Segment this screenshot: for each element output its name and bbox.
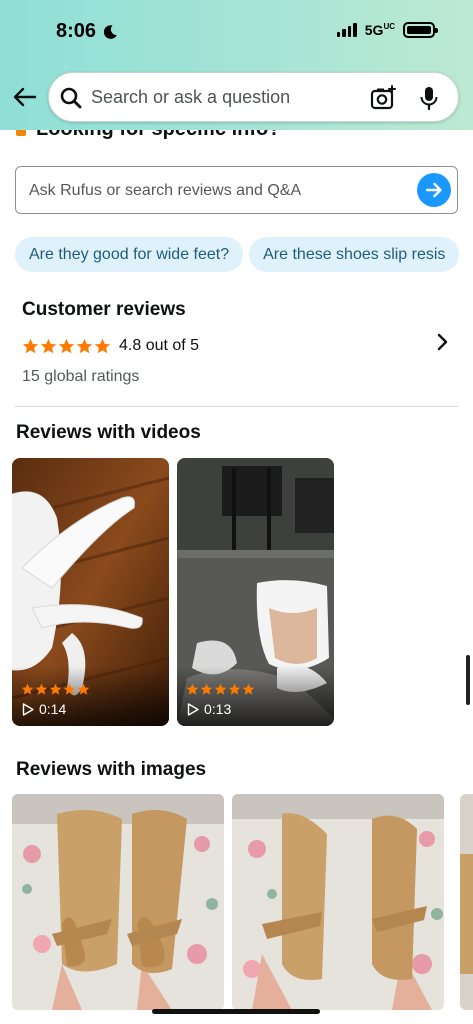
status-bar: 8:06 5GUC xyxy=(0,0,473,64)
clipped-heading-text: Looking for specific info? xyxy=(36,130,280,140)
clipped-heading: Looking for specific info? xyxy=(0,130,473,140)
star-icon xyxy=(186,683,199,695)
rating-text: 4.8 out of 5 xyxy=(119,337,200,354)
divider xyxy=(15,406,458,407)
review-image[interactable] xyxy=(232,794,444,1010)
video-overlay xyxy=(177,666,334,726)
play-icon xyxy=(187,702,199,716)
search-row: Search or ask a question xyxy=(0,72,473,122)
video-duration: 0:14 xyxy=(22,701,66,717)
global-ratings-count: 15 global ratings xyxy=(22,368,140,385)
star-icon xyxy=(58,338,75,353)
rating-summary[interactable]: 4.8 out of 5 xyxy=(22,337,199,355)
microphone-icon[interactable] xyxy=(418,85,440,111)
video-overlay xyxy=(12,666,169,726)
rufus-placeholder: Ask Rufus or search reviews and Q&A xyxy=(29,182,302,199)
question-chip[interactable]: Are these shoes slip resis xyxy=(249,237,460,272)
star-icon xyxy=(242,683,255,695)
time-label: 8:06 xyxy=(56,20,97,42)
scrollbar[interactable] xyxy=(466,655,470,705)
network-label: 5GUC xyxy=(364,22,395,38)
video-rating-stars xyxy=(21,683,90,696)
chevron-right-icon[interactable] xyxy=(435,333,449,351)
star-icon xyxy=(77,683,90,695)
star-icon xyxy=(63,683,76,695)
video-rating-stars xyxy=(186,683,255,696)
star-icon xyxy=(49,683,62,695)
search-icon xyxy=(60,87,82,109)
duration-label: 0:13 xyxy=(204,701,232,717)
star-icon xyxy=(214,683,227,695)
star-icon xyxy=(22,338,39,353)
star-icon xyxy=(94,338,111,353)
back-arrow-icon[interactable] xyxy=(12,84,38,110)
battery-icon xyxy=(403,22,438,38)
question-chip[interactable]: Are they good for wide feet? xyxy=(15,237,244,272)
video-duration: 0:13 xyxy=(187,701,231,717)
star-icon xyxy=(76,338,93,353)
star-icon xyxy=(40,338,57,353)
rufus-submit-button[interactable] xyxy=(417,173,451,207)
search-input[interactable]: Search or ask a question xyxy=(48,72,459,122)
signal-icon xyxy=(336,23,357,37)
video-thumbnail[interactable]: 0:14 xyxy=(12,458,169,726)
customer-reviews-title: Customer reviews xyxy=(22,299,186,320)
duration-label: 0:14 xyxy=(39,701,67,717)
review-image-photo xyxy=(12,794,224,1010)
arrow-right-icon xyxy=(425,182,442,198)
moon-icon xyxy=(103,24,117,39)
star-icon xyxy=(200,683,213,695)
app-header: 8:06 5GUC Search or ask a question xyxy=(0,0,473,130)
review-image[interactable] xyxy=(460,794,473,1010)
search-placeholder: Search or ask a question xyxy=(91,87,291,107)
images-section-title: Reviews with images xyxy=(16,759,207,780)
status-time: 8:06 xyxy=(56,20,118,43)
status-indicators: 5GUC xyxy=(336,22,438,38)
camera-icon[interactable] xyxy=(370,85,396,111)
video-thumbnail[interactable]: 0:13 xyxy=(177,458,334,726)
star-icon xyxy=(228,683,241,695)
rufus-search-input[interactable]: Ask Rufus or search reviews and Q&A xyxy=(15,166,458,214)
review-image-photo xyxy=(460,794,473,1010)
home-indicator xyxy=(152,1009,320,1014)
star-icon xyxy=(21,683,34,695)
review-image-photo xyxy=(232,794,444,1010)
star-icon xyxy=(35,683,48,695)
play-icon xyxy=(22,702,34,716)
rufus-tag-icon xyxy=(16,130,26,136)
videos-section-title: Reviews with videos xyxy=(16,422,201,443)
rating-stars xyxy=(22,338,111,355)
question-chips: Are they good for wide feet? Are these sh… xyxy=(15,237,473,273)
review-image[interactable] xyxy=(12,794,224,1010)
